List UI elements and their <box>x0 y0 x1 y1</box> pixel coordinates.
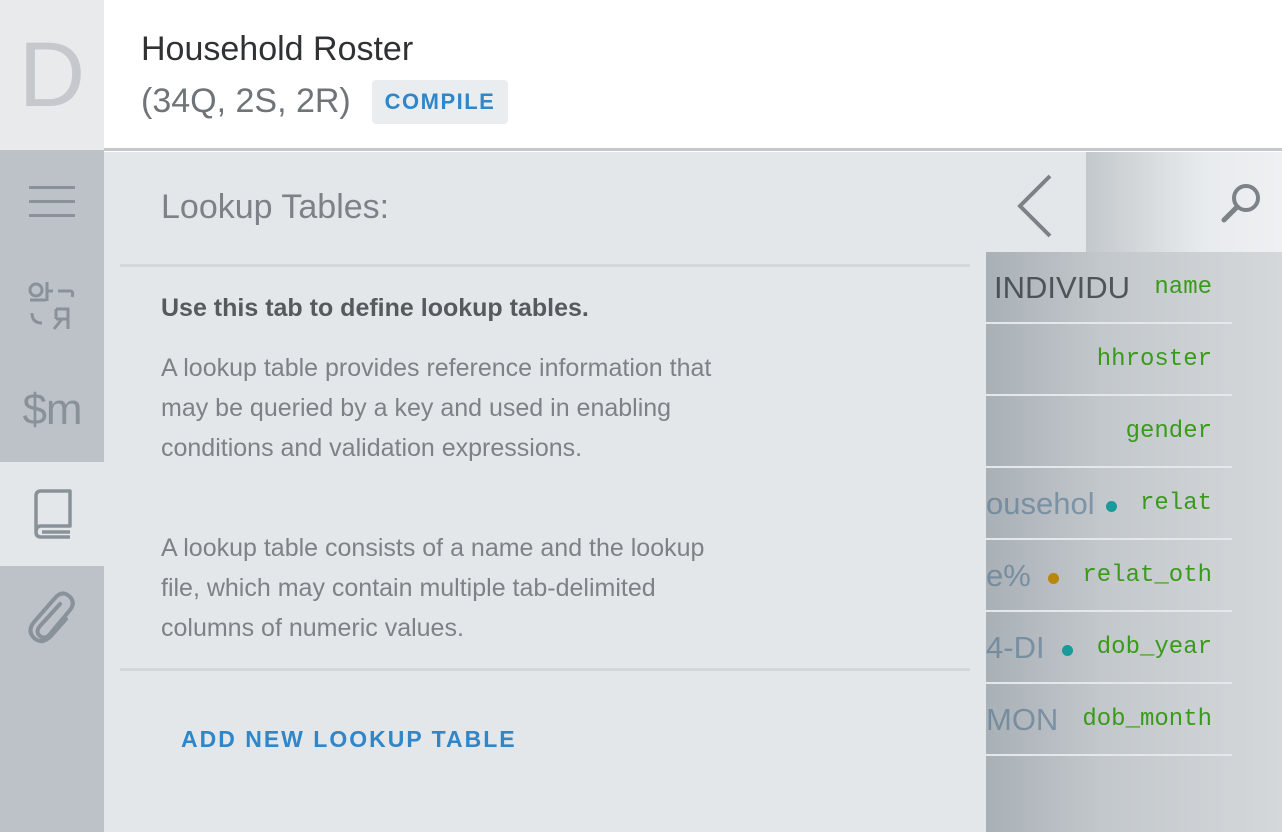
panel-divider-top <box>120 264 970 267</box>
variable-name: relat <box>1139 490 1212 517</box>
lookup-tables-panel: Lookup Tables: Use this tab to define lo… <box>104 152 986 832</box>
variable-name: dob_month <box>1082 706 1212 733</box>
header: Household Roster (34Q, 2S, 2R) COMPILE <box>104 0 1282 148</box>
search-icon[interactable] <box>1218 180 1264 226</box>
rail-item-menu[interactable] <box>0 150 104 254</box>
add-lookup-table-button[interactable]: ADD NEW LOOKUP TABLE <box>181 726 517 753</box>
variable-label: INDIVIDU <box>994 270 1131 305</box>
rail-item-attachments[interactable] <box>0 566 104 670</box>
variable-row[interactable]: MON dob_month <box>986 684 1282 756</box>
variables-list: INDIVIDU name hhroster gender ousehol re… <box>986 252 1282 756</box>
variable-row[interactable]: ousehol relat <box>986 468 1282 540</box>
collapse-panel-button[interactable] <box>986 152 1086 252</box>
rail-item-macros[interactable]: $m <box>0 358 104 462</box>
panel-lead: Use this tab to define lookup tables. <box>161 294 589 322</box>
variable-row[interactable]: hhroster <box>986 324 1282 396</box>
rail-item-translations[interactable] <box>0 254 104 358</box>
panel-description-2: A lookup table consists of a name and th… <box>161 534 705 642</box>
panel-description-1: A lookup table provides reference inform… <box>161 354 712 462</box>
variable-label: ousehol <box>986 486 1095 521</box>
attachment-icon <box>28 591 75 643</box>
variable-label: 4-DI <box>986 630 1045 665</box>
macros-icon: $m <box>22 385 82 434</box>
variable-name: hhroster <box>1096 346 1212 373</box>
panel-title: Lookup Tables: <box>161 188 390 226</box>
book-icon <box>34 489 72 539</box>
status-dot <box>1048 573 1059 584</box>
compile-button[interactable]: COMPILE <box>372 80 508 124</box>
questionnaire-title: Household Roster <box>141 30 414 68</box>
variable-name: name <box>1154 274 1212 301</box>
variable-label: e% <box>986 558 1031 593</box>
chevron-left-icon <box>1017 174 1052 238</box>
rail-item-lookup-tables[interactable] <box>0 462 104 566</box>
app-logo[interactable]: D <box>0 0 104 150</box>
questionnaire-counts: (34Q, 2S, 2R) <box>141 82 351 120</box>
translation-icon <box>28 282 75 330</box>
status-dot <box>1106 501 1117 512</box>
variable-label: MON <box>986 702 1059 737</box>
variables-pane: INDIVIDU name hhroster gender ousehol re… <box>986 152 1282 832</box>
variable-row[interactable]: INDIVIDU name <box>986 252 1282 324</box>
variable-name: relat_oth <box>1082 562 1212 589</box>
header-divider <box>104 148 1282 151</box>
menu-icon <box>29 186 75 217</box>
variable-name: gender <box>1125 418 1212 445</box>
left-rail: $m <box>0 150 104 832</box>
logo-letter: D <box>18 24 86 126</box>
search-area <box>1086 152 1282 252</box>
variable-row[interactable]: 4-DI dob_year <box>986 612 1282 684</box>
variable-row[interactable]: e% relat_oth <box>986 540 1282 612</box>
variable-row[interactable]: gender <box>986 396 1282 468</box>
status-dot <box>1062 645 1073 656</box>
variable-name: dob_year <box>1096 634 1212 661</box>
panel-divider-bottom <box>120 668 970 671</box>
